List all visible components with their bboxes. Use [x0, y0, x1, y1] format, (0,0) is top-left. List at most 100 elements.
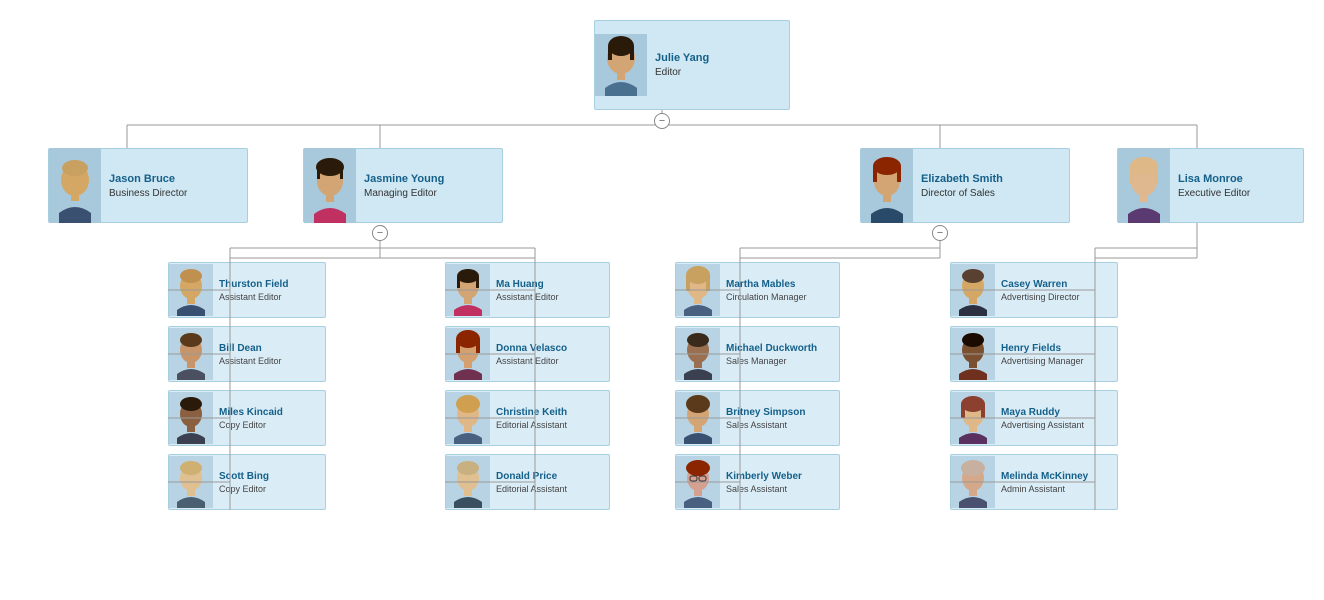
elizabeth-photo [861, 148, 913, 223]
kimberly-name: Kimberly Weber [726, 471, 802, 482]
jason-title: Business Director [109, 188, 239, 199]
bill-photo [169, 328, 213, 380]
node-kimberly: Kimberly Weber Sales Assistant [675, 454, 840, 510]
martha-info: Martha Mables Circulation Manager [720, 276, 813, 305]
ma-title: Assistant Editor [496, 292, 559, 302]
node-casey: Casey Warren Advertising Director [950, 262, 1118, 318]
jason-photo [49, 148, 101, 223]
thurston-name: Thurston Field [219, 279, 288, 290]
britney-photo [676, 392, 720, 444]
martha-title: Circulation Manager [726, 292, 807, 302]
elizabeth-toggle[interactable]: − [932, 225, 948, 241]
miles-info: Miles Kincaid Copy Editor [213, 404, 289, 433]
scott-info: Scott Bing Copy Editor [213, 468, 275, 497]
melinda-info: Melinda McKinney Admin Assistant [995, 468, 1094, 497]
ma-info: Ma Huang Assistant Editor [490, 276, 565, 305]
michael-photo [676, 328, 720, 380]
lisa-title: Executive Editor [1178, 188, 1295, 199]
elizabeth-name: Elizabeth Smith [921, 173, 1061, 185]
melinda-name: Melinda McKinney [1001, 471, 1088, 482]
elizabeth-info: Elizabeth Smith Director of Sales [913, 169, 1069, 203]
donald-photo [446, 456, 490, 508]
donna-info: Donna Velasco Assistant Editor [490, 340, 573, 369]
maya-info: Maya Ruddy Advertising Assistant [995, 404, 1090, 433]
thurston-title: Assistant Editor [219, 292, 288, 302]
christine-name: Christine Keith [496, 407, 567, 418]
kimberly-photo [676, 456, 720, 508]
kimberly-info: Kimberly Weber Sales Assistant [720, 468, 808, 497]
root-info: Julie Yang Editor [647, 48, 789, 82]
node-miles: Miles Kincaid Copy Editor [168, 390, 326, 446]
miles-title: Copy Editor [219, 420, 283, 430]
michael-title: Sales Manager [726, 356, 817, 366]
donna-title: Assistant Editor [496, 356, 567, 366]
node-britney: Britney Simpson Sales Assistant [675, 390, 840, 446]
bill-name: Bill Dean [219, 343, 282, 354]
christine-info: Christine Keith Editorial Assistant [490, 404, 573, 433]
miles-name: Miles Kincaid [219, 407, 283, 418]
node-scott: Scott Bing Copy Editor [168, 454, 326, 510]
node-christine: Christine Keith Editorial Assistant [445, 390, 610, 446]
michael-name: Michael Duckworth [726, 343, 817, 354]
donald-info: Donald Price Editorial Assistant [490, 468, 573, 497]
thurston-info: Thurston Field Assistant Editor [213, 276, 294, 305]
miles-photo [169, 392, 213, 444]
donna-photo [446, 328, 490, 380]
casey-photo [951, 264, 995, 316]
michael-info: Michael Duckworth Sales Manager [720, 340, 823, 369]
node-thurston: Thurston Field Assistant Editor [168, 262, 326, 318]
henry-name: Henry Fields [1001, 343, 1084, 354]
christine-title: Editorial Assistant [496, 420, 567, 430]
jasmine-name: Jasmine Young [364, 173, 494, 185]
jasmine-title: Managing Editor [364, 188, 494, 199]
henry-title: Advertising Manager [1001, 356, 1084, 366]
root-photo [595, 34, 647, 96]
node-melinda: Melinda McKinney Admin Assistant [950, 454, 1118, 510]
casey-title: Advertising Director [1001, 292, 1080, 302]
jasmine-info: Jasmine Young Managing Editor [356, 169, 502, 203]
maya-name: Maya Ruddy [1001, 407, 1084, 418]
donald-name: Donald Price [496, 471, 567, 482]
node-donald: Donald Price Editorial Assistant [445, 454, 610, 510]
node-jason-bruce: Jason Bruce Business Director [48, 148, 248, 223]
donald-title: Editorial Assistant [496, 484, 567, 494]
scott-name: Scott Bing [219, 471, 269, 482]
root-name: Julie Yang [655, 52, 781, 64]
root-toggle[interactable]: − [654, 113, 670, 129]
node-martha: Martha Mables Circulation Manager [675, 262, 840, 318]
node-bill: Bill Dean Assistant Editor [168, 326, 326, 382]
node-henry: Henry Fields Advertising Manager [950, 326, 1118, 382]
britney-title: Sales Assistant [726, 420, 805, 430]
henry-photo [951, 328, 995, 380]
scott-photo [169, 456, 213, 508]
root-node: Julie Yang Editor [594, 20, 790, 110]
jasmine-photo [304, 148, 356, 223]
casey-name: Casey Warren [1001, 279, 1080, 290]
node-jasmine-young: Jasmine Young Managing Editor [303, 148, 503, 223]
node-lisa-monroe: Lisa Monroe Executive Editor [1117, 148, 1304, 223]
lisa-name: Lisa Monroe [1178, 173, 1295, 185]
jasmine-toggle[interactable]: − [372, 225, 388, 241]
christine-photo [446, 392, 490, 444]
kimberly-title: Sales Assistant [726, 484, 802, 494]
maya-title: Advertising Assistant [1001, 420, 1084, 430]
henry-info: Henry Fields Advertising Manager [995, 340, 1090, 369]
britney-info: Britney Simpson Sales Assistant [720, 404, 811, 433]
martha-photo [676, 264, 720, 316]
martha-name: Martha Mables [726, 279, 807, 290]
thurston-photo [169, 264, 213, 316]
donna-name: Donna Velasco [496, 343, 567, 354]
node-michael: Michael Duckworth Sales Manager [675, 326, 840, 382]
node-maya: Maya Ruddy Advertising Assistant [950, 390, 1118, 446]
bill-title: Assistant Editor [219, 356, 282, 366]
melinda-title: Admin Assistant [1001, 484, 1088, 494]
elizabeth-title: Director of Sales [921, 188, 1061, 199]
melinda-photo [951, 456, 995, 508]
lisa-photo [1118, 148, 1170, 223]
node-elizabeth-smith: Elizabeth Smith Director of Sales [860, 148, 1070, 223]
maya-photo [951, 392, 995, 444]
jason-info: Jason Bruce Business Director [101, 169, 247, 203]
britney-name: Britney Simpson [726, 407, 805, 418]
scott-title: Copy Editor [219, 484, 269, 494]
casey-info: Casey Warren Advertising Director [995, 276, 1086, 305]
